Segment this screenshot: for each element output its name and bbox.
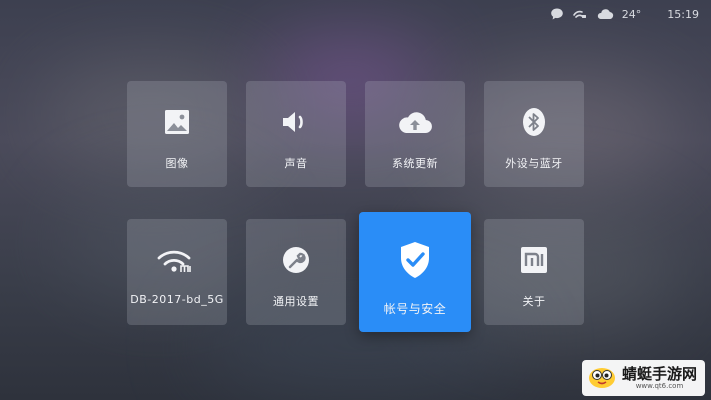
tile-network[interactable]: DB-2017-bd_5G — [127, 219, 227, 325]
status-bar: 24° 15:19 — [550, 4, 699, 24]
tile-general-settings[interactable]: 通用设置 — [246, 219, 346, 325]
clock: 15:19 — [667, 7, 699, 21]
shield-check-icon — [397, 240, 433, 280]
tile-label: 帐号与安全 — [383, 302, 447, 316]
tile-label: 关于 — [522, 295, 546, 308]
tile-label: DB-2017-bd_5G — [130, 293, 224, 306]
tile-account-security[interactable]: 帐号与安全 — [359, 212, 471, 332]
cloud-icon — [596, 8, 614, 20]
tile-label: 系统更新 — [392, 157, 438, 170]
mi-logo-icon — [520, 245, 548, 275]
cloud-upload-icon — [398, 107, 432, 137]
tile-image[interactable]: 图像 — [127, 81, 227, 187]
speaker-icon — [280, 107, 312, 137]
tile-about[interactable]: 关于 — [484, 219, 584, 325]
watermark: 蜻蜓手游网 www.qt6.com — [581, 360, 705, 396]
tile-peripherals-bluetooth[interactable]: 外设与蓝牙 — [484, 81, 584, 187]
image-icon — [163, 107, 191, 137]
tile-label: 通用设置 — [273, 295, 319, 308]
tile-label: 声音 — [284, 157, 308, 170]
tile-label: 外设与蓝牙 — [505, 157, 563, 170]
tile-system-update[interactable]: 系统更新 — [365, 81, 465, 187]
temperature: 24° — [621, 7, 642, 21]
mascot-icon — [586, 363, 618, 393]
chat-icon — [550, 7, 564, 21]
blurred-background — [0, 0, 711, 400]
link-icon — [572, 8, 588, 20]
wrench-icon — [281, 245, 311, 275]
wifi-mi-icon — [157, 245, 197, 275]
watermark-text: 蜻蜓手游网 — [621, 365, 697, 383]
watermark-url: www.qt6.com — [635, 382, 684, 390]
tile-sound[interactable]: 声音 — [246, 81, 346, 187]
tile-label: 图像 — [165, 157, 189, 170]
bluetooth-icon — [520, 107, 548, 137]
